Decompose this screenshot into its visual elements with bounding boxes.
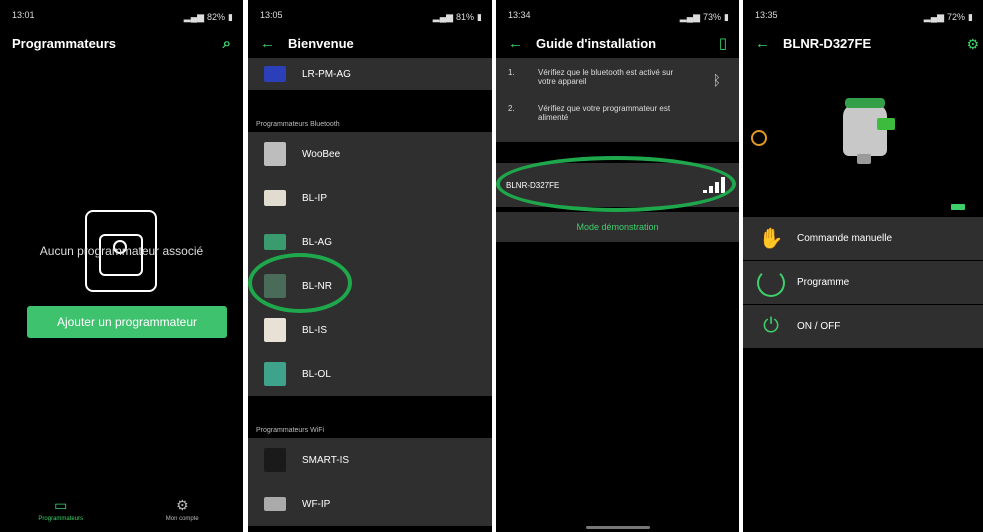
- list-item-label: SMART-IS: [302, 454, 350, 466]
- status-bar: 13:35 ▂▄▆ 72% ▮: [743, 0, 983, 24]
- list-item-label: BL-IP: [302, 192, 328, 204]
- back-arrow-icon[interactable]: ←: [260, 35, 288, 52]
- nav-label: Mon compte: [165, 516, 199, 522]
- list-item-label: BL-IS: [302, 324, 328, 336]
- battery-icon: ▮: [228, 11, 233, 22]
- gear-icon[interactable]: ⚙: [966, 36, 979, 53]
- menu-item-label: Programme: [797, 277, 850, 288]
- battery-percent: 82%: [207, 12, 226, 22]
- menu-item-label: Commande manuelle: [797, 233, 893, 244]
- battery-icon: ▮: [477, 11, 482, 22]
- bluetooth-icon: ᛒ: [712, 72, 721, 88]
- device-thumbnail: [264, 142, 286, 166]
- list-item[interactable]: BL-IP: [248, 176, 492, 220]
- app-header: ← Bienvenue: [248, 28, 492, 58]
- page-title: Bienvenue: [288, 35, 354, 51]
- empty-state-text: Aucun programmateur associé: [39, 244, 204, 258]
- cycle-icon: [753, 268, 789, 297]
- back-arrow-icon[interactable]: ←: [755, 35, 783, 52]
- step-2: 2. Vérifiez que votre programmateur est …: [496, 86, 739, 122]
- nav-label: Programmateurs: [38, 516, 84, 522]
- status-bar: 13:34 ▂▄▆ 73% ▮: [496, 0, 739, 24]
- step-number: 2.: [508, 104, 515, 113]
- signal-icon: ▂▄▆: [432, 11, 454, 22]
- list-item[interactable]: LR-PM-AG: [248, 58, 492, 90]
- list-item-label: BL-OL: [302, 368, 331, 380]
- list-item-label: LR-PM-AG: [302, 68, 351, 80]
- demo-mode-button[interactable]: Mode démonstration: [496, 212, 739, 242]
- list-item-label: WooBee: [302, 148, 341, 160]
- highlight-circle: [496, 156, 736, 212]
- status-bar: 13:01 ▂▄▆ 82% ▮: [0, 0, 243, 24]
- device-thumbnail: [264, 190, 286, 206]
- programmer-icon: ▭: [54, 497, 68, 513]
- section-header-wifi: Programmateurs WiFi: [248, 416, 492, 438]
- back-arrow-icon[interactable]: ←: [508, 35, 536, 52]
- menu-item-programme[interactable]: Programme: [743, 261, 983, 305]
- step-text: Vérifiez que le bluetooth est activé sur…: [538, 68, 674, 86]
- home-indicator: [586, 526, 650, 529]
- menu-item-label: ON / OFF: [797, 321, 841, 332]
- gear-icon: ⚙: [175, 497, 189, 513]
- list-item[interactable]: SMART-IS: [248, 438, 492, 482]
- section-header-bluetooth: Programmateurs Bluetooth: [248, 110, 492, 132]
- battery-icon: ▮: [968, 11, 973, 22]
- device-thumbnail: [264, 318, 286, 342]
- page-title: Guide d'installation: [536, 35, 657, 51]
- power-icon: ⏻: [763, 315, 779, 337]
- device-image: [843, 98, 895, 164]
- installation-steps: 1. Vérifiez que le bluetooth est activé …: [496, 58, 739, 142]
- screen-bienvenue: 13:05 ▂▄▆ 81% ▮ ← Bienvenue LR-PM-AG Progr…: [248, 0, 492, 532]
- page-title: Programmateurs: [12, 35, 117, 51]
- device-thumbnail: [264, 66, 286, 82]
- battery-percent: 72%: [947, 12, 966, 22]
- status-time: 13:34: [508, 10, 531, 20]
- step-text: Vérifiez que votre programmateur est ali…: [538, 104, 671, 122]
- hand-icon: ✋: [758, 228, 784, 250]
- device-thumbnail: [264, 497, 286, 511]
- list-item-label: BL-AG: [302, 236, 333, 248]
- step-1: 1. Vérifiez que le bluetooth est activé …: [496, 58, 739, 86]
- status-time: 13:01: [12, 10, 35, 20]
- clock-icon[interactable]: [751, 130, 767, 146]
- highlight-circle: [248, 253, 352, 313]
- screen-guide-installation: 13:34 ▂▄▆ 73% ▮ ← Guide d'installation ▯ 1…: [496, 0, 739, 532]
- device-thumbnail: [264, 362, 286, 386]
- battery-icon: ▮: [724, 11, 729, 22]
- screen-programmateurs: 13:01 ▂▄▆ 82% ▮ Programmateurs ⌕ Aucun pro…: [0, 0, 243, 532]
- signal-icon: ▂▄▆: [679, 11, 701, 22]
- status-time: 13:35: [755, 10, 778, 20]
- signal-icon: ▂▄▆: [923, 11, 945, 22]
- app-header: Programmateurs ⌕: [0, 28, 243, 58]
- add-programmer-button[interactable]: Ajouter un programmateur: [27, 306, 227, 338]
- battery-level-icon: [951, 204, 965, 210]
- search-icon[interactable]: ⌕: [223, 35, 231, 52]
- signal-icon: ▂▄▆: [183, 11, 205, 22]
- device-menu: ✋ Commande manuelle Programme ⏻ ON / OFF: [743, 217, 983, 349]
- nav-programmateurs[interactable]: ▭ Programmateurs: [11, 487, 111, 532]
- list-item[interactable]: BL-OL: [248, 352, 492, 396]
- page-title: BLNR-D327FE: [783, 35, 872, 51]
- device-thumbnail: [264, 448, 286, 472]
- device-thumbnail: [264, 234, 286, 250]
- list-item[interactable]: WF-IP: [248, 482, 492, 526]
- status-bar: 13:05 ▂▄▆ 81% ▮: [248, 0, 492, 24]
- app-header: ← Guide d'installation ▯: [496, 28, 739, 58]
- bottom-navigation: ▭ Programmateurs ⚙ Mon compte: [0, 487, 243, 532]
- app-header: ← BLNR-D327FE: [743, 28, 983, 58]
- menu-item-commande-manuelle[interactable]: ✋ Commande manuelle: [743, 217, 983, 261]
- menu-item-on-off[interactable]: ⏻ ON / OFF: [743, 305, 983, 349]
- document-icon[interactable]: ▯: [719, 34, 727, 52]
- list-item-label: WF-IP: [302, 498, 331, 510]
- battery-percent: 73%: [703, 12, 722, 22]
- nav-mon-compte[interactable]: ⚙ Mon compte: [132, 487, 232, 532]
- battery-percent: 81%: [456, 12, 475, 22]
- list-item[interactable]: BL-IS: [248, 308, 492, 352]
- list-item[interactable]: WooBee: [248, 132, 492, 176]
- step-number: 1.: [508, 68, 515, 77]
- screen-device-detail: 13:35 ▂▄▆ 72% ▮ ← BLNR-D327FE ⚙ ✋ Commande…: [743, 0, 983, 532]
- status-time: 13:05: [260, 10, 283, 20]
